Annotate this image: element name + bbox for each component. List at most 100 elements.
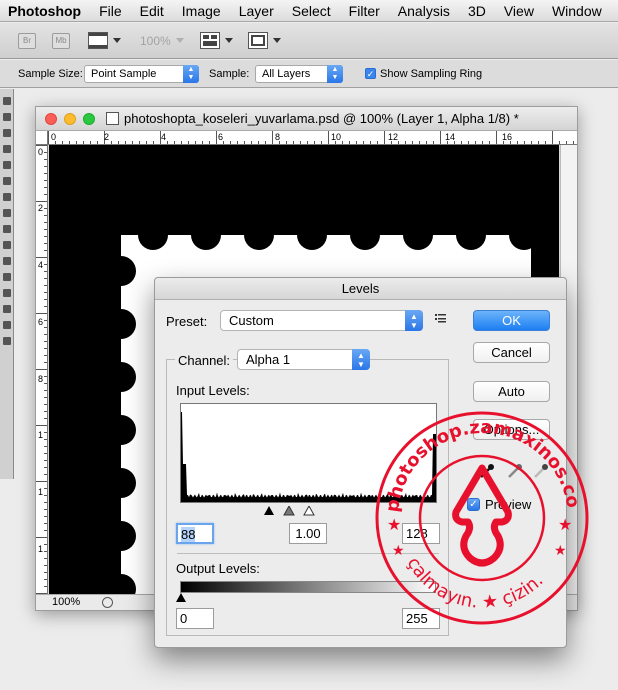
preset-select[interactable]: Custom ▲ ▼	[220, 310, 423, 331]
white-eyedropper-icon[interactable]	[532, 462, 550, 480]
preview-checkbox[interactable]: ✓	[467, 498, 480, 511]
tool-icon[interactable]	[3, 305, 11, 313]
black-eyedropper-icon[interactable]	[478, 462, 496, 480]
screen-mode-glyph-icon	[251, 35, 265, 46]
menu-file[interactable]: File	[90, 3, 131, 19]
ruler-v-label: 1	[38, 487, 44, 497]
select-stepper-icon: ▲ ▼	[352, 349, 370, 370]
mini-bridge-button[interactable]: Mb	[52, 33, 70, 49]
scallop-notch	[106, 362, 136, 392]
status-menu-icon[interactable]	[102, 597, 113, 608]
tool-icon[interactable]	[3, 129, 11, 137]
tool-icon[interactable]	[3, 145, 11, 153]
ruler-h-label: 16	[502, 132, 513, 142]
output-white-field[interactable]: 255	[402, 608, 440, 629]
arrange-documents-icon[interactable]	[200, 32, 220, 49]
tool-icon[interactable]	[3, 97, 11, 105]
ruler-h-label: 2	[104, 132, 110, 142]
output-black-value: 0	[180, 611, 188, 626]
ruler-ticks-h	[48, 131, 574, 144]
preset-label: Preset:	[166, 314, 208, 329]
ok-button[interactable]: OK	[473, 310, 550, 331]
select-stepper-icon: ▲ ▼	[183, 65, 199, 83]
auto-button[interactable]: Auto	[473, 381, 550, 402]
menu-view[interactable]: View	[495, 3, 543, 19]
scallop-notch	[191, 220, 221, 250]
chevron-down-icon	[176, 38, 184, 43]
minimize-window-button[interactable]	[64, 113, 76, 125]
select-stepper-icon: ▲ ▼	[327, 65, 343, 83]
output-black-field[interactable]: 0	[176, 608, 214, 629]
close-window-button[interactable]	[45, 113, 57, 125]
ruler-origin[interactable]	[36, 131, 48, 145]
channel-label: Channel:	[175, 353, 234, 368]
ruler-v-label: 1	[38, 430, 44, 440]
preset-options-menu-icon[interactable]	[435, 313, 447, 323]
gray-eyedropper-icon[interactable]	[506, 462, 524, 480]
ruler-h-label: 14	[445, 132, 456, 142]
tool-icon[interactable]	[3, 209, 11, 217]
tool-icon[interactable]	[3, 113, 11, 121]
sample-size-select[interactable]: Point Sample ▲ ▼	[84, 65, 199, 83]
menu-analysis[interactable]: Analysis	[389, 3, 459, 19]
menu-window[interactable]: Window	[543, 3, 611, 19]
menu-app-photoshop[interactable]: Photoshop	[0, 3, 90, 19]
tool-icon[interactable]	[3, 177, 11, 185]
bridge-button[interactable]: Br	[18, 33, 36, 49]
histogram-graph	[181, 412, 436, 502]
zoom-level-display[interactable]: 100%	[140, 34, 171, 48]
vertical-ruler[interactable]: 0 2 4 6 8 1 1 1	[36, 145, 48, 595]
levels-dialog: Levels Preset: Custom ▲ ▼ Channel: Alpha …	[154, 277, 567, 648]
tool-icon[interactable]	[3, 161, 11, 169]
ruler-h-label: 0	[51, 132, 57, 142]
input-gamma-value: 1.00	[295, 526, 321, 541]
chevron-down-icon[interactable]	[273, 38, 281, 43]
scallop-notch	[106, 256, 136, 286]
zoom-window-button[interactable]	[83, 113, 95, 125]
status-zoom[interactable]: 100%	[52, 596, 80, 608]
menu-edit[interactable]: Edit	[131, 3, 173, 19]
options-button[interactable]: Options...	[473, 419, 550, 440]
input-black-slider[interactable]	[263, 506, 275, 516]
tool-icon[interactable]	[3, 193, 11, 201]
menu-layer[interactable]: Layer	[230, 3, 283, 19]
horizontal-ruler[interactable]: 0 2 4 6 8 10 12 14 16	[48, 131, 577, 145]
menu-filter[interactable]: Filter	[340, 3, 389, 19]
levels-dialog-title[interactable]: Levels	[155, 278, 566, 300]
input-white-slider[interactable]	[303, 506, 315, 516]
document-icon	[106, 112, 119, 125]
show-sampling-ring-checkbox[interactable]: ✓	[365, 68, 376, 79]
scallop-notch	[106, 521, 136, 551]
tool-icon[interactable]	[3, 273, 11, 281]
document-titlebar[interactable]: photoshopta_koseleri_yuvarlama.psd @ 100…	[36, 107, 577, 131]
menu-image[interactable]: Image	[173, 3, 230, 19]
menu-select[interactable]: Select	[283, 3, 340, 19]
input-black-field[interactable]: 88	[176, 523, 214, 544]
scallop-notch	[350, 220, 380, 250]
channel-select[interactable]: Alpha 1 ▲ ▼	[237, 349, 370, 370]
tool-icon[interactable]	[3, 289, 11, 297]
application-bar: Br Mb 100%	[0, 23, 618, 59]
chevron-down-icon[interactable]	[225, 38, 233, 43]
output-black-slider[interactable]	[175, 593, 187, 603]
tool-icon[interactable]	[3, 321, 11, 329]
sample-select[interactable]: All Layers ▲ ▼	[255, 65, 343, 83]
menu-bar: Photoshop File Edit Image Layer Select F…	[0, 0, 618, 22]
tool-icon[interactable]	[3, 337, 11, 345]
cancel-button[interactable]: Cancel	[473, 342, 550, 363]
chevron-down-icon[interactable]	[113, 38, 121, 43]
input-gamma-field[interactable]: 1.00	[289, 523, 327, 544]
ruler-v-label: 0	[38, 147, 44, 157]
separator	[177, 553, 439, 554]
ruler-h-label: 10	[331, 132, 342, 142]
screen-mode-icon[interactable]	[248, 32, 268, 49]
scallop-notch	[509, 220, 539, 250]
input-gamma-slider[interactable]	[283, 506, 295, 516]
tool-icon[interactable]	[3, 225, 11, 233]
menu-3d[interactable]: 3D	[459, 3, 495, 19]
input-white-field[interactable]: 128	[402, 523, 440, 544]
grid-layout-icon	[203, 35, 217, 46]
tool-icon[interactable]	[3, 241, 11, 249]
view-extras-icon[interactable]	[88, 32, 108, 49]
tool-icon[interactable]	[3, 257, 11, 265]
